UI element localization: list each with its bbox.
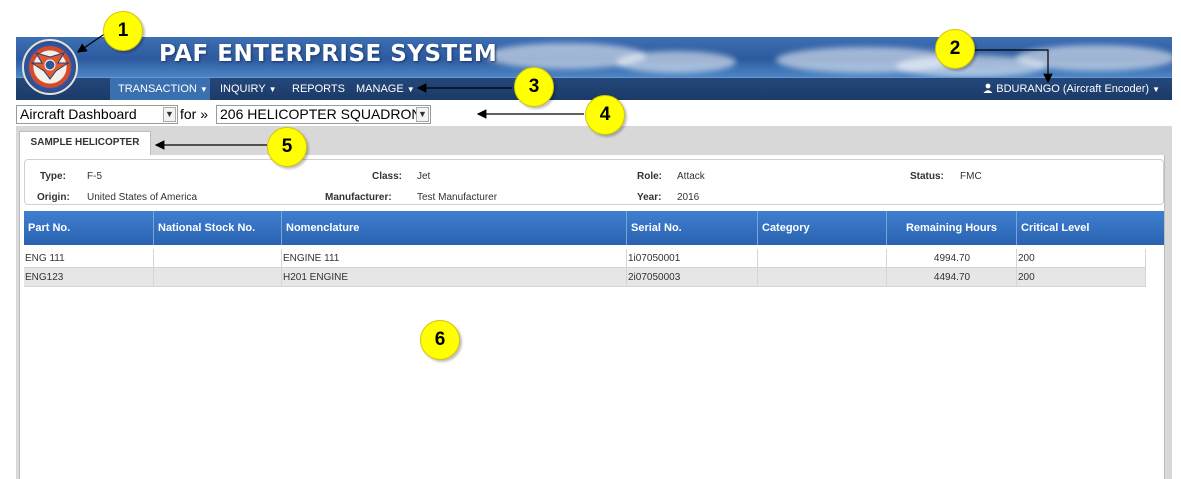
cell-remaining-hours: 4994.70 [887,249,1017,268]
chevron-down-icon: ▼ [199,85,208,94]
column-header-part-no[interactable]: Part No. [24,211,154,245]
status-value: FMC [960,171,982,182]
cell-critical-level: 200 [1017,249,1146,268]
class-value: Jet [417,171,431,182]
chevron-down-icon: ▼ [268,85,277,94]
callout-marker: 1 [103,11,143,51]
nav-label: MANAGE [356,83,404,95]
callout-marker: 6 [420,320,460,360]
column-header-category[interactable]: Category [758,211,887,245]
cell-nomenclature: H201 ENGINE [282,268,627,287]
callout-marker: 5 [267,127,307,167]
chevron-down-icon: ▼ [1152,85,1160,94]
aircraft-info-box: Type: F-5 Class: Jet Role: Attack Status… [24,159,1164,205]
column-header-serial-no[interactable]: Serial No. [627,211,758,245]
cloud-decoration [616,51,736,73]
type-label: Type: [40,171,66,182]
cell-category [758,249,887,268]
column-header-critical-level[interactable]: Critical Level [1017,211,1164,245]
cell-stock-no [154,268,282,287]
user-menu[interactable]: BDURANGO (Aircraft Encoder) ▼ [983,78,1160,100]
year-value: 2016 [677,192,700,203]
unit-select[interactable]: 206 HELICOPTER SQUADRON ▼ [216,105,431,124]
cell-serial-no: 1i07050001 [627,249,758,268]
user-name: BDURANGO (Aircraft Encoder) [996,83,1150,95]
callout-marker: 2 [935,29,975,69]
nav-inquiry[interactable]: INQUIRY ▼ [220,78,277,100]
role-label: Role: [637,171,662,182]
cell-nomenclature: ENGINE 111 [282,249,627,268]
type-value: F-5 [87,171,102,182]
status-label: Status: [910,171,944,182]
chevron-down-icon: ▼ [416,107,429,122]
nav-manage[interactable]: MANAGE ▼ [356,78,415,100]
column-header-stock-no[interactable]: National Stock No. [154,211,282,245]
cell-critical-level: 200 [1017,268,1146,287]
nav-label: INQUIRY [220,83,266,95]
column-header-remaining-hours[interactable]: Remaining Hours [887,211,1017,245]
chevron-down-icon: ▼ [406,85,415,94]
logo-emblem [30,52,70,80]
main-navbar: TRANSACTION ▼ INQUIRY ▼ REPORTS MANAGE ▼ BD… [16,77,1172,100]
dashboard-select[interactable]: Aircraft Dashboard ▼ [16,105,178,124]
origin-label: Origin: [37,192,70,203]
tab-sample-helicopter[interactable]: SAMPLE HELICOPTER [19,131,151,155]
content-area: SAMPLE HELICOPTER Type: F-5 Class: Jet R… [16,126,1172,479]
nav-label: REPORTS [292,83,345,95]
table-header: Part No. National Stock No. Nomenclature… [24,211,1164,245]
manufacturer-label: Manufacturer: [325,192,392,203]
column-header-nomenclature[interactable]: Nomenclature [282,211,627,245]
cell-part-no: ENG123 [24,268,154,287]
cell-remaining-hours: 4494.70 [887,268,1017,287]
cell-category [758,268,887,287]
aircraft-panel: Type: F-5 Class: Jet Role: Attack Status… [19,155,1165,479]
year-label: Year: [637,192,662,203]
manufacturer-value: Test Manufacturer [417,192,498,203]
cell-serial-no: 2i07050003 [627,268,758,287]
role-value: Attack [677,171,705,182]
callout-marker: 3 [514,67,554,107]
chevron-down-icon: ▼ [163,107,176,122]
header-banner: PAF ENTERPRISE SYSTEM [16,37,1172,77]
app-title: PAF ENTERPRISE SYSTEM [159,41,498,67]
for-label: for » [180,106,209,122]
unit-select-value: 206 HELICOPTER SQUADRON [220,106,422,122]
callout-marker: 4 [585,95,625,135]
table-row[interactable]: ENG 111 ENGINE 111 1i07050001 4994.70 20… [24,249,1146,268]
table-row[interactable]: ENG123 H201 ENGINE 2i07050003 4494.70 20… [24,268,1146,287]
nav-label: TRANSACTION [118,83,197,95]
nav-reports[interactable]: REPORTS [292,78,345,100]
cell-stock-no [154,249,282,268]
class-label: Class: [372,171,403,182]
dashboard-select-value: Aircraft Dashboard [20,106,137,122]
origin-value: United States of America [87,192,198,203]
cloud-decoration [1016,45,1172,71]
user-icon [983,83,993,93]
paf-logo [22,39,78,95]
cell-part-no: ENG 111 [24,249,154,268]
nav-transaction[interactable]: TRANSACTION ▼ [110,78,210,100]
